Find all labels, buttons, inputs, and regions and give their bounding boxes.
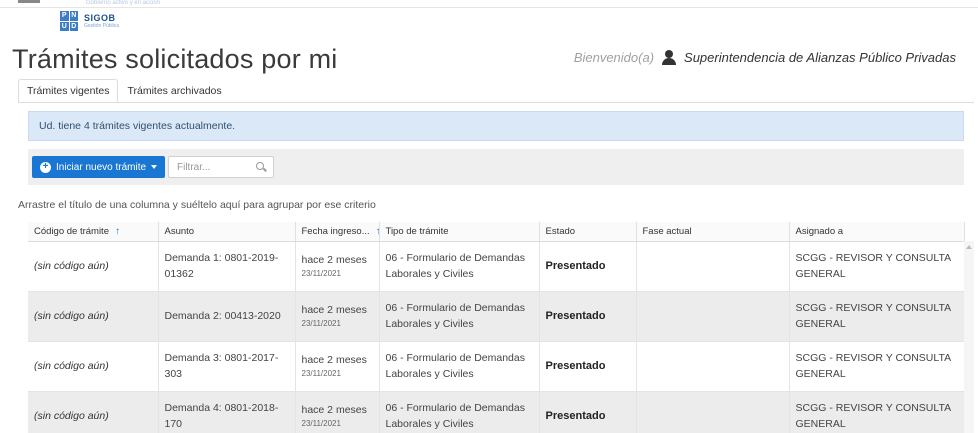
cell-asunto[interactable]: Demanda 3: 0801-2017-303 [165,352,279,380]
caret-down-icon [151,165,158,169]
column-header-fecha[interactable]: Fecha ingreso... ↑ [295,222,380,242]
cell-tipo: 06 - Formulario de Demandas Laborales y … [385,352,525,380]
cell-asignado: SCGG - REVISOR Y CONSULTA GENERAL [795,252,951,280]
logo-brand-text: SIGOB [84,13,116,23]
cell-fecha: 23/11/2021 [301,319,341,328]
cell-fecha: 23/11/2021 [301,269,341,278]
cell-estado: Presentado [545,410,606,422]
sort-asc-icon: ↑ [376,226,378,237]
tramites-grid: Código de trámite ↑ Asunto Fecha ingreso.… [28,222,965,433]
cell-estado: Presentado [545,260,606,272]
pnud-logo-icon: P N U D [60,11,78,31]
cell-fecha: 23/11/2021 [301,369,341,378]
table-row[interactable]: (sin código aún) Demanda 3: 0801-2017-30… [28,341,965,392]
cell-tipo: 06 - Formulario de Demandas Laborales y … [385,402,525,430]
cell-codigo: (sin código aún) [34,410,109,422]
column-header-tipo[interactable]: Tipo de trámite [379,222,540,242]
cell-tipo: 06 - Formulario de Demandas Laborales y … [385,252,525,280]
column-header-label: Estado [545,225,576,237]
grid-scrollbar[interactable] [964,241,974,433]
logo-letter: D [69,21,78,31]
sort-asc-icon: ↑ [114,225,120,237]
cell-asignado: SCGG - REVISOR Y CONSULTA GENERAL [795,302,951,330]
user-icon [662,50,677,65]
cell-asunto[interactable]: Demanda 1: 0801-2019-01362 [165,252,279,280]
header-tagline: Gobierno activo y en acción [86,0,161,6]
cell-asignado: SCGG - REVISOR Y CONSULTA GENERAL [795,402,951,430]
table-row[interactable]: (sin código aún) Demanda 4: 0801-2018-17… [28,391,965,433]
menu-icon[interactable] [18,0,40,3]
info-alert: Ud. tiene 4 trámites vigentes actualment… [28,111,964,141]
column-header-codigo[interactable]: Código de trámite ↑ [28,222,159,242]
cell-codigo: (sin código aún) [34,310,109,322]
tab-divider [18,102,974,103]
welcome-banner: Bienvenido(a) Superintendencia de Alianz… [574,50,956,65]
column-header-asunto[interactable]: Asunto [158,222,296,242]
tab-bar: Trámites vigentes Trámites archivados [18,79,231,103]
column-header-label: Fase actual [642,225,692,237]
search-icon[interactable] [256,162,264,170]
column-header-label: Fecha ingreso... [301,225,370,237]
logo-sub-text: Gestión Pública [84,23,120,29]
table-row[interactable]: (sin código aún) Demanda 1: 0801-2019-01… [28,241,965,292]
user-name[interactable]: Superintendencia de Alianzas Público Pri… [684,50,956,65]
app-logo[interactable]: P N U D SIGOB Gestión Pública [60,10,119,32]
plus-circle-icon: + [40,161,51,173]
cell-fecha-relative: hace 2 meses [301,404,367,416]
column-header-label: Asignado a [795,225,844,237]
tab-tramites-vigentes[interactable]: Trámites vigentes [18,79,119,103]
group-by-drop-zone[interactable]: Arrastre el título de una columna y suél… [18,193,974,217]
table-row[interactable]: (sin código aún) Demanda 2: 00413-2020 h… [28,291,965,342]
column-header-estado[interactable]: Estado [539,222,637,242]
logo-letter: N [69,11,78,21]
cell-estado: Presentado [545,310,606,322]
new-tramite-button[interactable]: + Iniciar nuevo trámite [32,156,166,178]
grid-toolbar: + Iniciar nuevo trámite [28,149,964,185]
cell-fecha-relative: hace 2 meses [301,254,367,266]
scroll-up-icon[interactable] [966,245,972,249]
cell-asunto[interactable]: Demanda 4: 0801-2018-170 [165,402,279,430]
cell-asignado: SCGG - REVISOR Y CONSULTA GENERAL [795,352,951,380]
column-header-label: Código de trámite [34,225,109,237]
cell-codigo: (sin código aún) [34,260,109,272]
logo-letter: P [60,11,69,21]
new-tramite-label: Iniciar nuevo trámite [56,161,147,173]
cell-fecha-relative: hace 2 meses [301,354,367,366]
cell-codigo: (sin código aún) [34,360,109,372]
sigob-brand: SIGOB Gestión Pública [84,13,119,29]
top-bar: Gobierno activo y en acción [0,0,978,8]
column-header-label: Tipo de trámite [385,225,449,237]
cell-asunto[interactable]: Demanda 2: 00413-2020 [165,310,281,322]
column-header-label: Asunto [164,225,195,237]
cell-fecha: 23/11/2021 [301,419,341,428]
column-header-asignado[interactable]: Asignado a [789,222,965,242]
cell-tipo: 06 - Formulario de Demandas Laborales y … [385,302,525,330]
page-title: Trámites solicitados por mi [12,44,338,74]
logo-letter: U [60,21,69,31]
welcome-greeting: Bienvenido(a) [573,50,655,65]
tab-tramites-archivados[interactable]: Trámites archivados [118,79,230,103]
column-header-fase[interactable]: Fase actual [636,222,790,242]
cell-estado: Presentado [545,360,606,372]
cell-fecha-relative: hace 2 meses [301,304,367,316]
